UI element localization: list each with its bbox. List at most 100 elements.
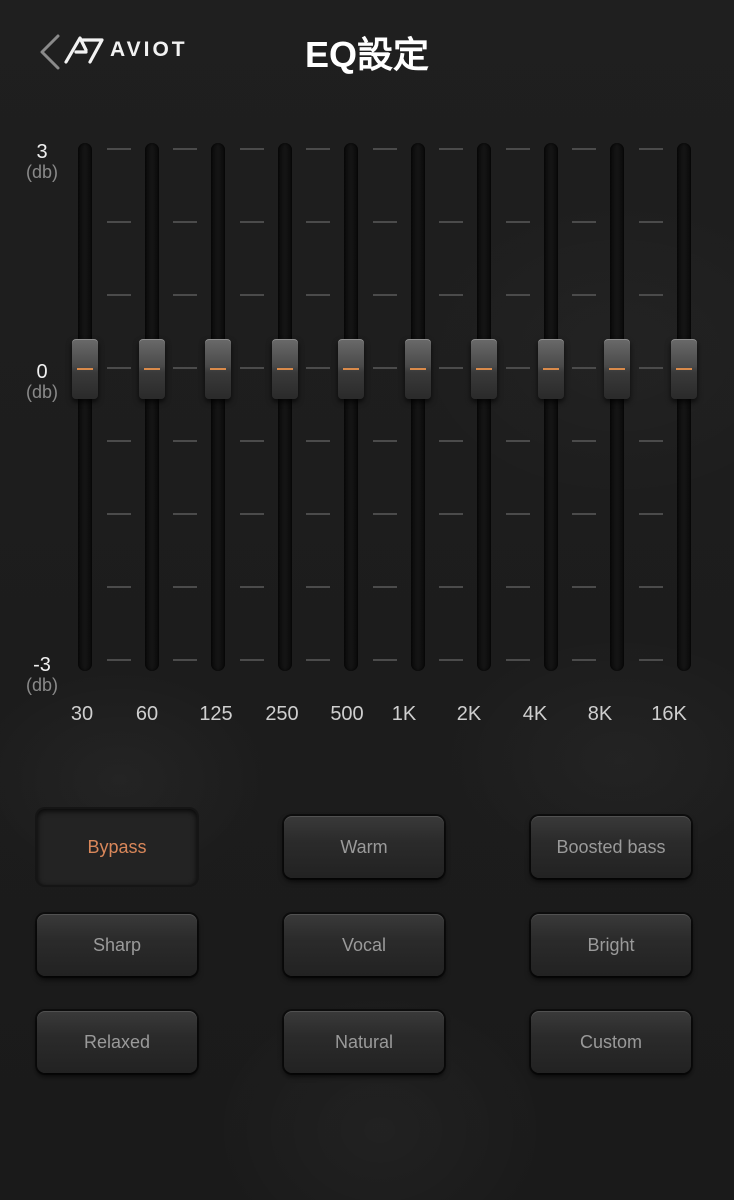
preset-button-warm[interactable]: Warm	[284, 816, 444, 878]
eq-slider-track-16k[interactable]	[677, 143, 691, 671]
scale-tick	[505, 294, 530, 296]
scale-bottom-value: -3	[33, 654, 51, 676]
scale-tick	[239, 440, 264, 442]
scale-tick	[439, 586, 463, 588]
scale-top-value: 3	[36, 141, 48, 163]
eq-slider-track-125[interactable]	[211, 143, 225, 671]
scale-tick	[505, 513, 530, 515]
scale-tick	[439, 659, 463, 661]
scale-label-mid: 0 (db)	[14, 362, 70, 402]
scale-label-top: 3 (db)	[14, 142, 70, 182]
freq-label-8k: 8K	[587, 703, 613, 725]
thumb-indicator	[77, 368, 93, 370]
thumb-indicator	[543, 368, 559, 370]
preset-button-bypass[interactable]: Bypass	[37, 809, 197, 885]
eq-slider-thumb-60[interactable]	[139, 339, 165, 399]
scale-tick	[439, 221, 463, 223]
scale-tick	[173, 586, 197, 588]
preset-button-relaxed[interactable]: Relaxed	[37, 1011, 197, 1073]
preset-button-vocal[interactable]: Vocal	[284, 914, 444, 976]
scale-tick	[572, 659, 596, 661]
scale-tick	[239, 221, 264, 223]
scale-tick	[306, 659, 330, 661]
scale-tick	[306, 586, 330, 588]
freq-label-16k: 16K	[651, 703, 687, 725]
scale-tick	[306, 221, 330, 223]
scale-tick	[572, 148, 596, 150]
eq-slider-track-500[interactable]	[344, 143, 358, 671]
scale-tick	[505, 586, 530, 588]
scale-tick	[173, 294, 197, 296]
scale-tick	[572, 221, 596, 223]
scale-mid-unit: (db)	[25, 382, 58, 402]
scale-tick	[306, 513, 330, 515]
scale-label-bottom: -3 (db)	[14, 655, 70, 695]
scale-tick	[239, 586, 264, 588]
eq-slider-track-2k[interactable]	[477, 143, 491, 671]
page-title: EQ設定	[304, 34, 429, 75]
eq-slider-track-1k[interactable]	[411, 143, 425, 671]
scale-tick	[372, 586, 397, 588]
scale-tick	[439, 294, 463, 296]
scale-tick	[372, 659, 397, 661]
eq-slider-track-60[interactable]	[145, 143, 159, 671]
scale-tick	[239, 659, 264, 661]
scale-tick	[173, 148, 197, 150]
eq-slider-thumb-8k[interactable]	[604, 339, 630, 399]
eq-slider-thumb-500[interactable]	[338, 339, 364, 399]
thumb-indicator	[476, 368, 492, 370]
thumb-indicator	[410, 368, 426, 370]
scale-tick	[638, 148, 663, 150]
eq-slider-track-4k[interactable]	[544, 143, 558, 671]
scale-mid-value: 0	[36, 361, 48, 383]
preset-button-bright[interactable]: Bright	[531, 914, 691, 976]
eq-slider-thumb-125[interactable]	[205, 339, 231, 399]
preset-button-natural[interactable]: Natural	[284, 1011, 444, 1073]
scale-tick	[439, 367, 463, 369]
scale-tick	[106, 148, 131, 150]
eq-slider-track-250[interactable]	[278, 143, 292, 671]
scale-tick	[505, 148, 530, 150]
scale-tick	[372, 148, 397, 150]
eq-slider-thumb-1k[interactable]	[405, 339, 431, 399]
scale-tick	[572, 586, 596, 588]
scale-tick	[173, 440, 197, 442]
scale-tick	[572, 367, 596, 369]
scale-tick	[638, 586, 663, 588]
scale-tick	[638, 367, 663, 369]
freq-label-125: 125	[199, 703, 233, 725]
scale-tick	[505, 221, 530, 223]
eq-slider-track-8k[interactable]	[610, 143, 624, 671]
preset-button-boosted-bass[interactable]: Boosted bass	[531, 816, 691, 878]
scale-tick	[239, 513, 264, 515]
scale-tick	[572, 513, 596, 515]
scale-tick	[173, 221, 197, 223]
scale-tick	[372, 221, 397, 223]
freq-label-4k: 4K	[522, 703, 548, 725]
scale-tick	[505, 440, 530, 442]
eq-slider-thumb-4k[interactable]	[538, 339, 564, 399]
thumb-indicator	[144, 368, 160, 370]
scale-tick	[173, 513, 197, 515]
freq-label-30: 30	[70, 703, 94, 725]
eq-slider-thumb-16k[interactable]	[671, 339, 697, 399]
eq-slider-track-30[interactable]	[78, 143, 92, 671]
scale-tick	[372, 513, 397, 515]
scale-tick	[306, 367, 330, 369]
eq-slider-thumb-30[interactable]	[72, 339, 98, 399]
scale-tick	[106, 513, 131, 515]
preset-button-custom[interactable]: Custom	[531, 1011, 691, 1073]
eq-slider-thumb-2k[interactable]	[471, 339, 497, 399]
freq-label-500: 500	[330, 703, 364, 725]
scale-tick	[173, 367, 197, 369]
preset-button-sharp[interactable]: Sharp	[37, 914, 197, 976]
scale-tick	[572, 294, 596, 296]
scale-tick	[239, 148, 264, 150]
scale-tick	[439, 148, 463, 150]
eq-slider-thumb-250[interactable]	[272, 339, 298, 399]
scale-tick	[505, 367, 530, 369]
eq-settings-screen: AVIOT EQ設定 3 (db) 0 (db) -3 (db) 30 60 125…	[0, 0, 734, 1200]
scale-tick	[638, 440, 663, 442]
scale-tick	[306, 294, 330, 296]
thumb-indicator	[609, 368, 625, 370]
